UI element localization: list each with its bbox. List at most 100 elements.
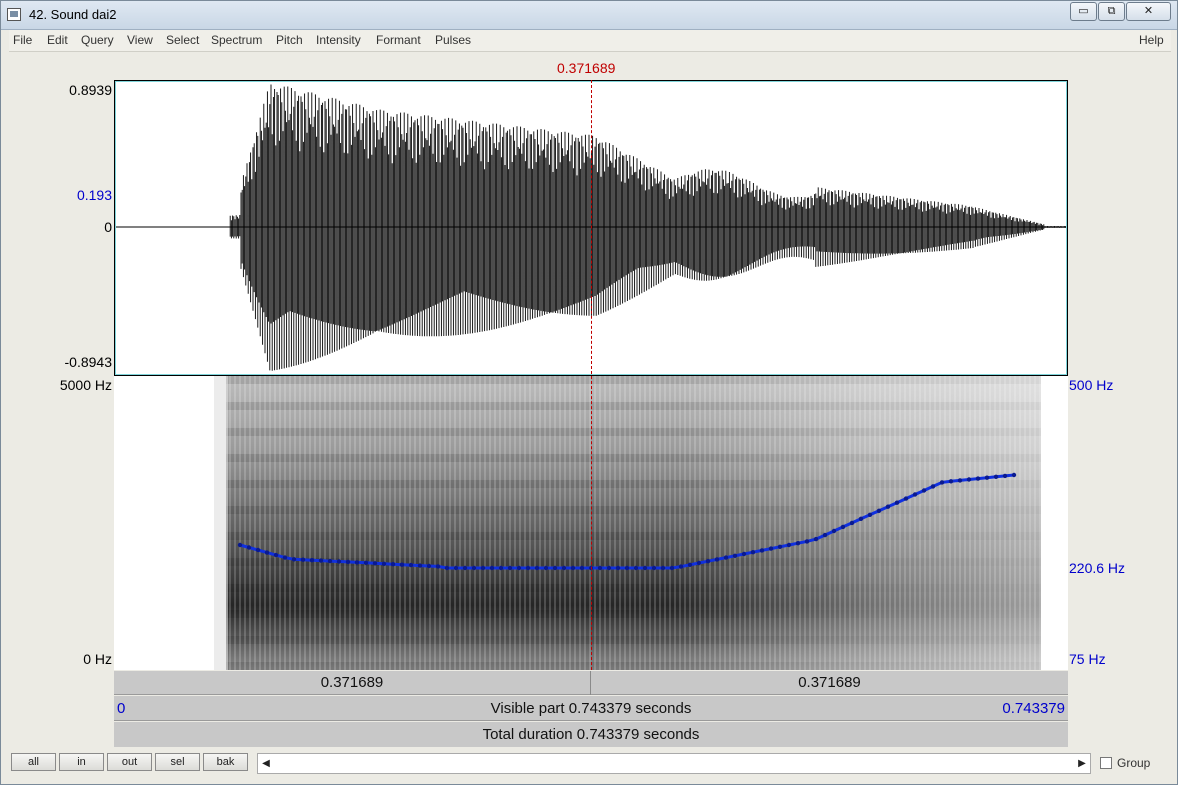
left-segment-duration[interactable]: 0.371689 xyxy=(114,674,590,691)
pitch-point xyxy=(993,474,999,479)
pitch-point xyxy=(714,557,720,562)
pitch-point xyxy=(246,545,252,550)
pitch-point xyxy=(597,565,603,571)
waveform-zero-label: 0 xyxy=(104,219,112,235)
pitch-point xyxy=(507,565,513,571)
menu-view[interactable]: View xyxy=(127,33,153,47)
pitch-point xyxy=(696,560,702,566)
pitch-point xyxy=(804,539,810,544)
pitch-point xyxy=(1011,472,1017,478)
pitch-point xyxy=(543,565,549,571)
menu-intensity[interactable]: Intensity xyxy=(316,33,361,47)
horizontal-scrollbar[interactable]: ◀ ▶ xyxy=(257,753,1091,774)
pitch-point xyxy=(741,551,747,557)
menu-edit[interactable]: Edit xyxy=(47,33,68,47)
menu-pitch[interactable]: Pitch xyxy=(276,33,303,47)
menu-select[interactable]: Select xyxy=(166,33,199,47)
visible-end-time: 0.743379 xyxy=(1002,700,1065,717)
scroll-left-icon[interactable]: ◀ xyxy=(258,754,274,773)
visible-part-bar[interactable]: 0 Visible part 0.743379 seconds 0.743379 xyxy=(114,696,1068,721)
pitch-bottom-label: 75 Hz xyxy=(1069,651,1106,667)
window-title: 42. Sound dai2 xyxy=(29,7,117,22)
scroll-right-icon[interactable]: ▶ xyxy=(1074,754,1090,773)
menu-bar: File Edit Query View Select Spectrum Pit… xyxy=(9,30,1171,52)
pitch-point xyxy=(561,565,567,571)
pitch-point xyxy=(831,528,837,534)
waveform-max-label: 0.8939 xyxy=(69,82,112,98)
pitch-point xyxy=(786,542,792,548)
waveform-min-label: -0.8943 xyxy=(64,354,112,370)
pitch-point xyxy=(957,478,963,483)
pitch-point xyxy=(876,508,882,513)
pitch-point xyxy=(264,550,270,555)
pitch-point xyxy=(984,475,990,480)
pitch-point xyxy=(408,562,414,568)
maximize-button[interactable]: ⧉ xyxy=(1098,2,1125,21)
pitch-point xyxy=(606,565,612,571)
cursor-line xyxy=(591,80,592,670)
pitch-point xyxy=(759,548,765,553)
pitch-point xyxy=(444,565,450,571)
pitch-point xyxy=(552,565,558,571)
pitch-point xyxy=(255,547,261,553)
pitch-point xyxy=(633,565,639,571)
pitch-point xyxy=(903,496,909,501)
right-segment-duration[interactable]: 0.371689 xyxy=(591,674,1068,691)
total-duration-bar[interactable]: Total duration 0.743379 seconds xyxy=(114,722,1068,747)
pitch-point xyxy=(885,504,891,509)
waveform-mark-label: 0.193 xyxy=(76,187,112,203)
pitch-point xyxy=(336,559,342,564)
pitch-point xyxy=(750,550,756,555)
spectrogram-bottom-label: 0 Hz xyxy=(83,651,112,667)
selection-bar[interactable]: 0.371689 0.371689 xyxy=(114,671,1068,695)
pitch-point xyxy=(849,520,855,526)
pitch-point xyxy=(471,565,477,571)
pitch-point xyxy=(291,557,297,562)
pitch-point xyxy=(318,558,324,563)
title-bar: 42. Sound dai2 ▭ ⧉ ✕ xyxy=(1,1,1177,30)
pitch-point xyxy=(354,560,360,565)
menu-spectrum[interactable]: Spectrum xyxy=(211,33,262,47)
pitch-point xyxy=(687,562,693,567)
pitch-point xyxy=(651,565,657,571)
pitch-point xyxy=(363,560,369,565)
minimize-button[interactable]: ▭ xyxy=(1070,2,1097,21)
pitch-point xyxy=(678,564,684,569)
pitch-point xyxy=(345,559,351,565)
pitch-point xyxy=(813,536,819,542)
pitch-point xyxy=(615,565,621,571)
pitch-point xyxy=(939,480,945,485)
pitch-point xyxy=(966,477,972,482)
pitch-point xyxy=(840,524,846,530)
pitch-point xyxy=(795,541,801,546)
pitch-point xyxy=(327,558,333,564)
minimize-icon: ▭ xyxy=(1078,5,1089,17)
out-button[interactable]: out xyxy=(107,753,152,771)
pitch-point xyxy=(1002,473,1008,479)
pitch-point xyxy=(237,542,243,548)
pitch-point xyxy=(570,565,576,571)
pitch-point xyxy=(822,532,828,538)
pitch-point xyxy=(300,557,306,562)
all-button[interactable]: all xyxy=(11,753,56,771)
pitch-point xyxy=(381,561,387,566)
pitch-point xyxy=(390,562,396,567)
bottom-toolbar: all in out sel bak ◀ ▶ Group xyxy=(9,748,1171,778)
bak-button[interactable]: bak xyxy=(203,753,248,771)
sel-button[interactable]: sel xyxy=(155,753,200,771)
pitch-point xyxy=(660,565,666,571)
menu-pulses[interactable]: Pulses xyxy=(435,33,471,47)
pitch-point xyxy=(777,544,783,549)
pitch-point xyxy=(372,561,378,566)
close-button[interactable]: ✕ xyxy=(1126,2,1171,21)
menu-file[interactable]: File xyxy=(13,33,32,47)
pitch-point xyxy=(426,563,432,569)
pitch-point xyxy=(921,488,927,493)
spectrogram-top-label: 5000 Hz xyxy=(59,377,112,393)
cursor-time-label: 0.371689 xyxy=(557,60,616,76)
in-button[interactable]: in xyxy=(59,753,104,771)
menu-query[interactable]: Query xyxy=(81,33,114,47)
menu-formant[interactable]: Formant xyxy=(376,33,421,47)
group-checkbox[interactable] xyxy=(1100,757,1112,769)
menu-help[interactable]: Help xyxy=(1139,33,1164,47)
